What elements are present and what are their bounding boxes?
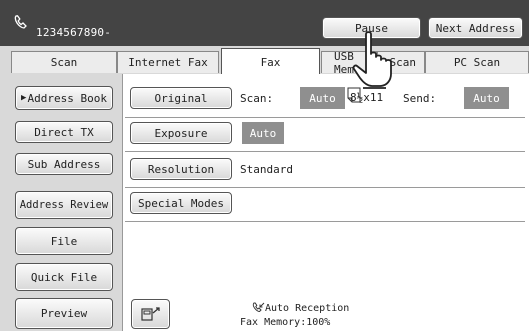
arrow-right-icon: ▶ [21, 93, 27, 103]
divider [125, 151, 525, 152]
tab-label: PC Scan [453, 56, 501, 69]
send-label: Send: [403, 92, 437, 105]
next-address-button-label: Next Address [435, 21, 516, 35]
special-modes-label: Special Modes [137, 196, 225, 210]
exposure-auto-text: Auto [249, 126, 277, 140]
original-label: Original [154, 91, 208, 105]
resolution-label: Resolution [147, 162, 215, 176]
send-auto-value: Auto [464, 87, 509, 109]
special-modes-button[interactable]: Special Modes [130, 192, 232, 214]
hand-pointer-icon [352, 31, 392, 89]
divider [125, 117, 525, 118]
file-button[interactable]: File [15, 227, 113, 255]
exposure-label: Exposure [154, 126, 208, 140]
tab-label: Internet Fax [128, 56, 208, 69]
preview-button[interactable]: Preview [15, 298, 113, 329]
address-book-label: Address Book [27, 91, 107, 105]
on-hook-dial-button[interactable] [131, 299, 170, 329]
tab-internet-fax[interactable]: Internet Fax [117, 51, 219, 73]
sub-address-label: Sub Address [27, 157, 101, 171]
auto-reception-status: Auto Reception [265, 303, 350, 314]
direct-tx-button[interactable]: Direct TX [15, 121, 113, 143]
tab-fax[interactable]: Fax [221, 48, 320, 75]
scan-auto-text: Auto [309, 91, 336, 105]
on-hook-dial-icon [140, 307, 160, 321]
quick-file-label: Quick File [30, 270, 98, 284]
resolution-value: Standard [240, 163, 293, 176]
send-auto-text: Auto [473, 91, 500, 105]
paper-size-value: 8½x11 [350, 91, 384, 104]
divider [125, 221, 525, 222]
phone-receive-icon [252, 302, 265, 313]
scan-auto-value: Auto [300, 87, 345, 109]
exposure-button[interactable]: Exposure [130, 122, 232, 144]
phone-number: 1234567890- [36, 26, 112, 39]
address-book-button[interactable]: ▶ Address Book [15, 86, 113, 110]
fax-memory-status: Fax Memory:100% [240, 317, 331, 328]
address-review-button[interactable]: Address Review [15, 191, 113, 219]
preview-label: Preview [40, 307, 88, 320]
address-review-label: Address Review [19, 199, 109, 211]
sub-address-button[interactable]: Sub Address [15, 153, 113, 175]
tab-label: Fax [260, 55, 281, 69]
scan-label: Scan: [240, 92, 274, 105]
next-address-button[interactable]: Next Address [428, 17, 523, 39]
exposure-auto-value: Auto [242, 122, 284, 144]
resolution-button[interactable]: Resolution [130, 158, 232, 180]
file-label: File [50, 234, 78, 248]
phone-icon [14, 15, 27, 29]
quick-file-button[interactable]: Quick File [15, 263, 113, 291]
tab-label: Scan [50, 56, 78, 69]
tab-pc-scan[interactable]: PC Scan [425, 51, 529, 73]
divider [125, 187, 525, 188]
direct-tx-label: Direct TX [34, 125, 94, 139]
original-button[interactable]: Original [130, 87, 232, 109]
tab-scan[interactable]: Scan [11, 51, 117, 73]
